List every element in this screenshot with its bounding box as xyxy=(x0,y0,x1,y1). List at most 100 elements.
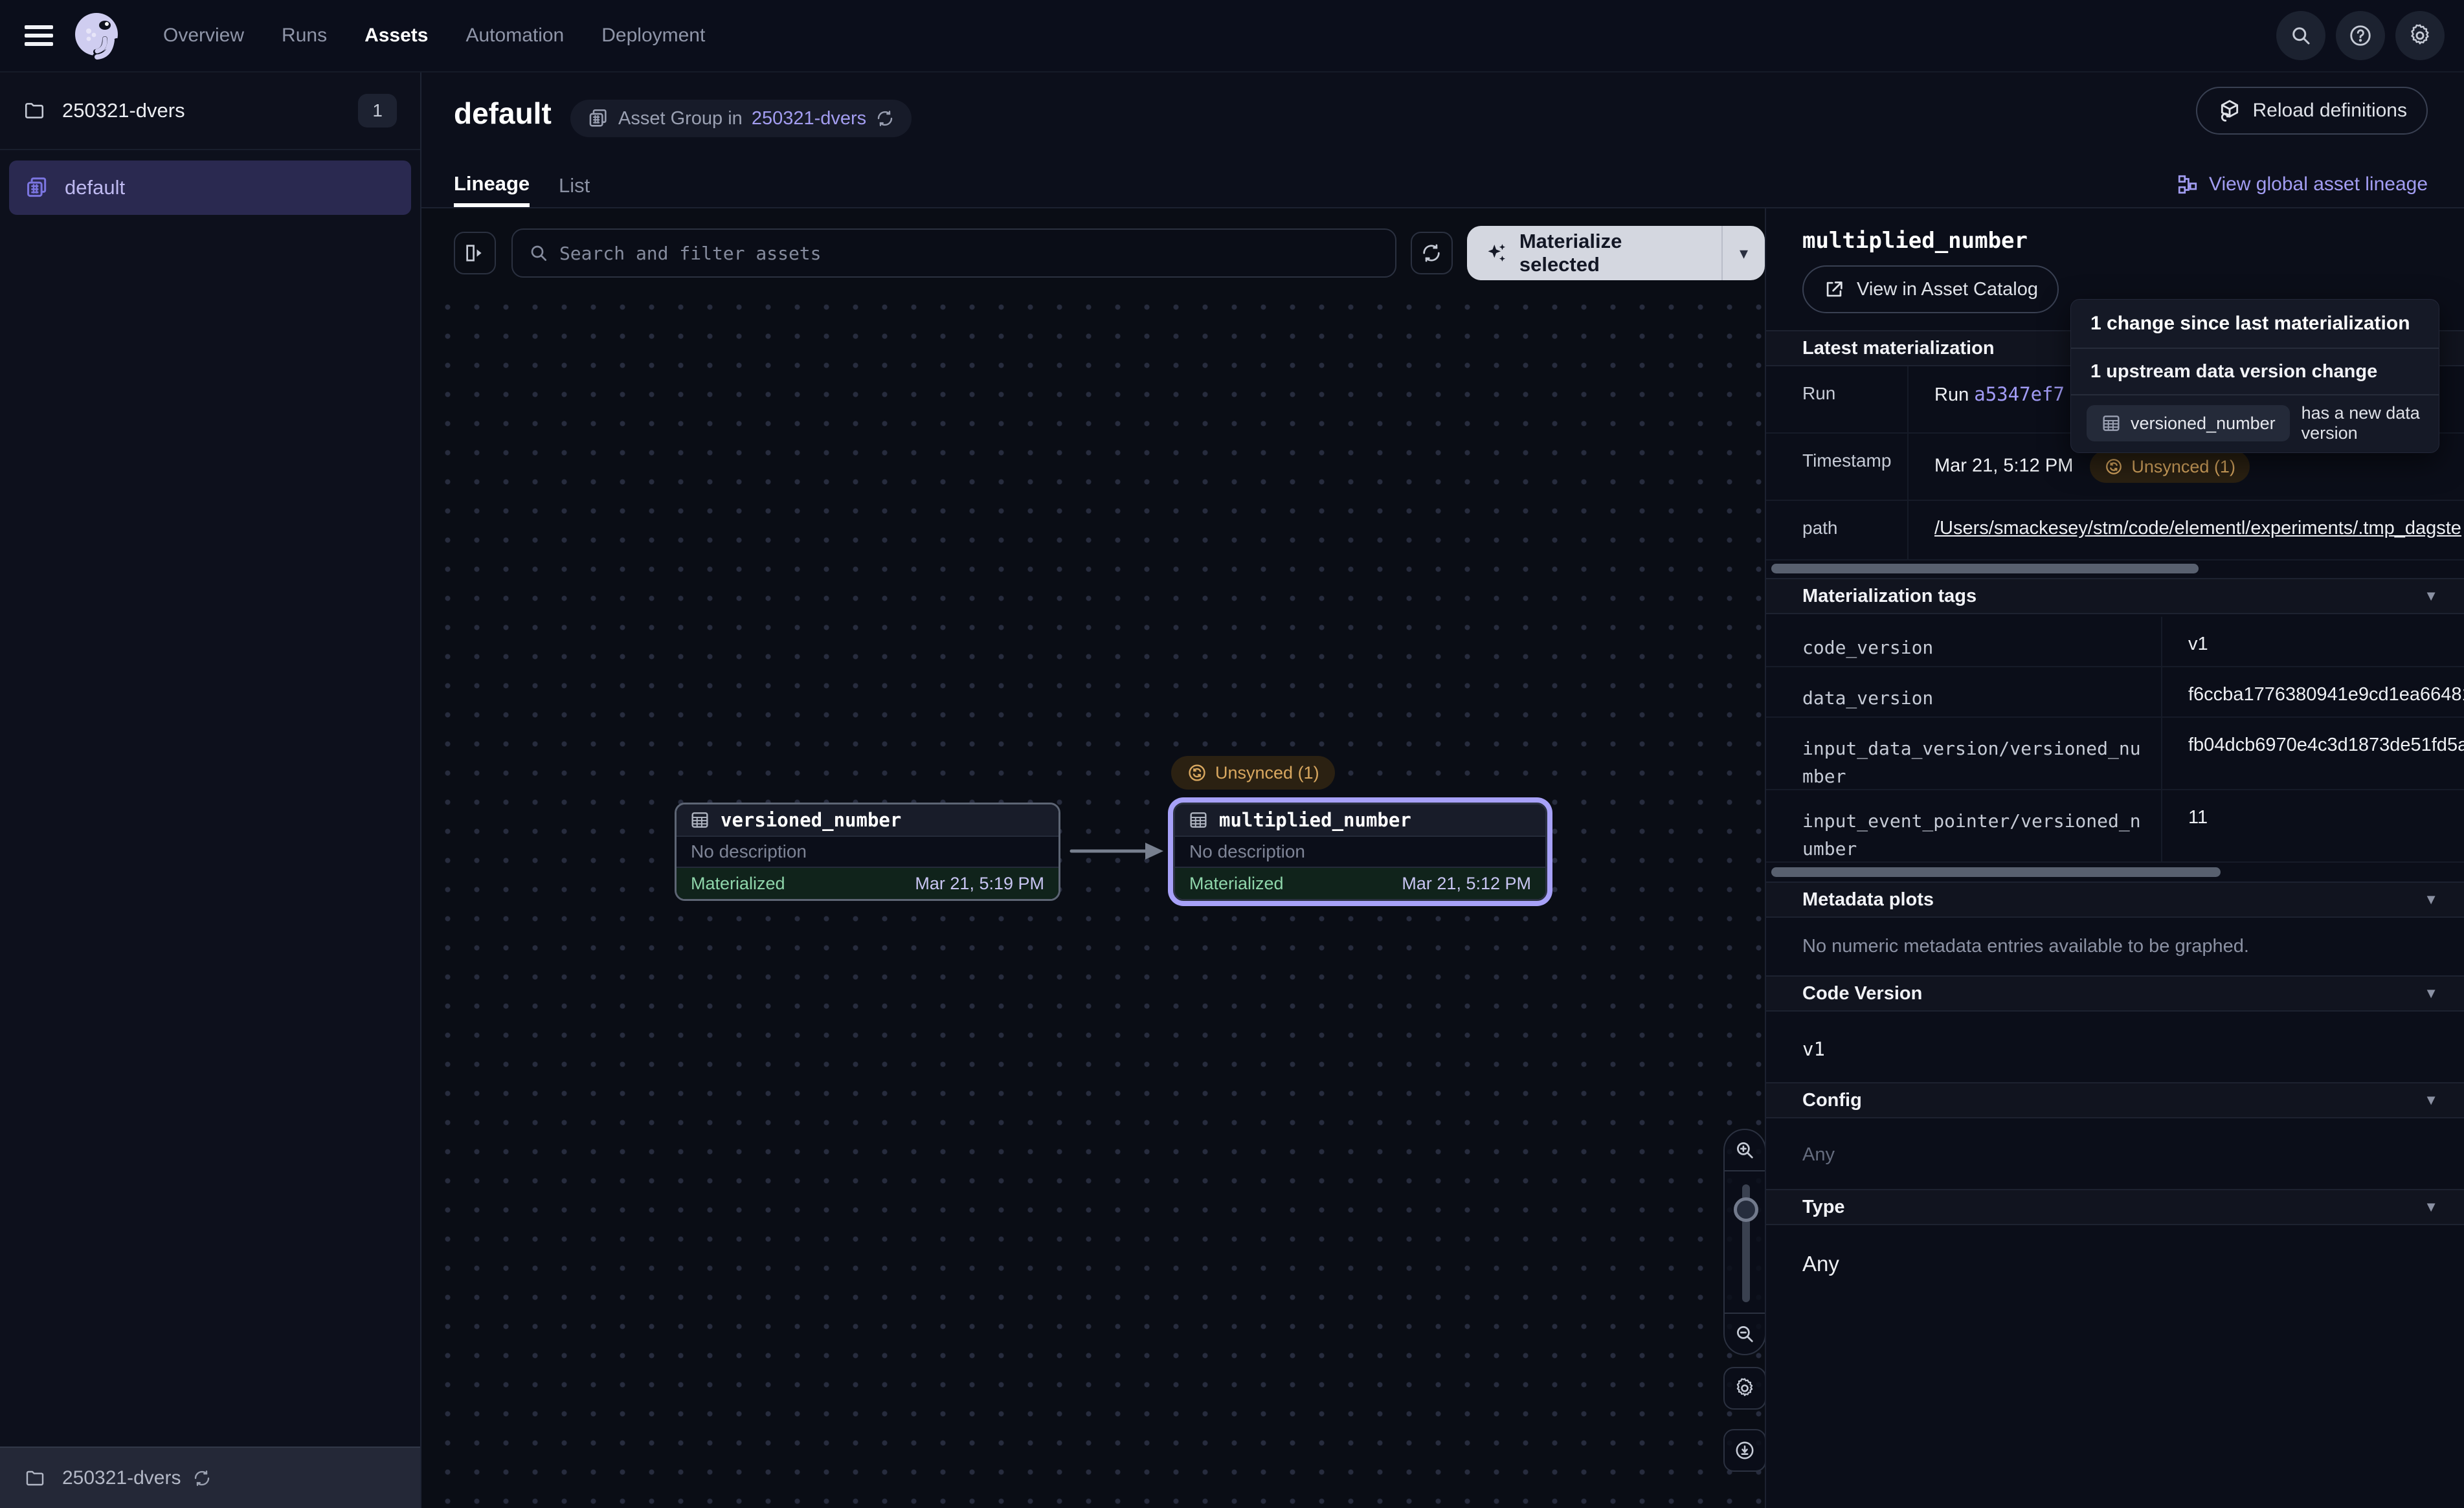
sidebar-group-label: 250321-dvers xyxy=(62,99,185,122)
materialize-selected-label: Materialize selected xyxy=(1519,230,1703,276)
unsynced-badge[interactable]: Unsynced (1) xyxy=(2090,450,2250,483)
asset-search-box xyxy=(511,228,1396,278)
section-materialization-tags: Materialization tags ▼ xyxy=(1766,578,2464,614)
help-button[interactable] xyxy=(2336,11,2385,60)
nav-overview[interactable]: Overview xyxy=(163,25,244,47)
nav-assets[interactable]: Assets xyxy=(364,25,428,47)
changes-popup: 1 change since last materialization 1 up… xyxy=(2070,299,2439,453)
table-row: data_version f6ccba1776380941e9cd1ea6648… xyxy=(1766,667,2464,718)
collapse-chevron-icon[interactable]: ▼ xyxy=(2424,1199,2438,1215)
download-image-button[interactable] xyxy=(1723,1429,1765,1472)
collapse-chevron-icon[interactable]: ▼ xyxy=(2424,1092,2438,1109)
asset-group-badge-link[interactable]: 250321-dvers xyxy=(752,108,866,129)
settings-button[interactable] xyxy=(2395,11,2445,60)
tab-list[interactable]: List xyxy=(559,164,590,207)
group-count-badge: 1 xyxy=(358,94,397,128)
tag-key: code_version xyxy=(1766,617,2162,666)
horizontal-scrollbar[interactable] xyxy=(1771,564,2199,573)
asset-chip-label: versioned_number xyxy=(2131,414,2276,434)
asset-chip-versioned-number[interactable]: versioned_number xyxy=(2087,405,2290,441)
asset-node-name: multiplied_number xyxy=(1219,809,1411,831)
nav-automation[interactable]: Automation xyxy=(465,25,564,47)
materialized-status: Materialized xyxy=(1189,874,1284,894)
tag-value: v1 xyxy=(2162,617,2464,666)
timestamp-value: Mar 21, 5:12 PM xyxy=(1934,456,2073,476)
asset-groups-sidebar: 250321-dvers 1 default 250321-dvers xyxy=(0,72,421,1508)
section-title: Latest materialization xyxy=(1802,338,1995,359)
nav-runs[interactable]: Runs xyxy=(282,25,327,47)
reload-definitions-label: Reload definitions xyxy=(2253,100,2408,122)
run-id-link[interactable]: a5347ef7 xyxy=(1974,383,2065,405)
unsynced-badge-label: Unsynced (1) xyxy=(2131,457,2235,477)
asset-node-name: versioned_number xyxy=(721,809,901,831)
page-title: default xyxy=(454,96,552,131)
tag-value: f6ccba1776380941e9cd1ea66481d xyxy=(2162,667,2464,716)
asset-search-input[interactable] xyxy=(559,243,1380,264)
asset-title: multiplied_number xyxy=(1802,228,2028,254)
canvas-dot-grid xyxy=(421,285,1765,1508)
section-type: Type ▼ xyxy=(1766,1189,2464,1225)
config-value: Any xyxy=(1802,1144,1835,1166)
reload-definitions-button[interactable]: Reload definitions xyxy=(2196,87,2428,135)
row-key: Run xyxy=(1766,366,1909,432)
metadata-empty-text: No numeric metadata entries available to… xyxy=(1802,936,2249,957)
zoom-in-icon xyxy=(1734,1139,1756,1161)
collapse-chevron-icon[interactable]: ▼ xyxy=(2424,891,2438,908)
asset-group-badge-text: Asset Group in xyxy=(618,108,743,129)
sidebar-item-label: default xyxy=(65,176,125,199)
collapse-chevron-icon[interactable]: ▼ xyxy=(2424,588,2438,604)
folder-icon xyxy=(23,100,45,122)
zoom-controls xyxy=(1723,1129,1765,1355)
search-icon xyxy=(528,243,549,263)
lineage-edge-arrow xyxy=(1069,835,1166,867)
chevron-down-icon[interactable]: ▾ xyxy=(1723,243,1765,263)
tag-key: input_data_version/versioned_number xyxy=(1766,718,2162,789)
section-metadata-plots: Metadata plots ▼ xyxy=(1766,882,2464,918)
dagster-logo-icon[interactable] xyxy=(71,10,122,61)
horizontal-scrollbar[interactable] xyxy=(1771,867,2221,877)
tag-key: input_event_pointer/versioned_number xyxy=(1766,790,2162,861)
graph-settings-button[interactable] xyxy=(1723,1367,1765,1410)
row-key: Timestamp xyxy=(1766,434,1909,500)
lineage-canvas[interactable]: Materialize selected ▾ Unsynced (1) vers… xyxy=(421,208,1765,1508)
expand-sidebar-panel-button[interactable] xyxy=(454,232,496,274)
table-asset-icon xyxy=(689,810,710,830)
path-link[interactable]: /Users/smackesey/stm/code/elementl/exper… xyxy=(1934,518,2461,538)
zoom-out-button[interactable] xyxy=(1725,1313,1765,1354)
zoom-in-button[interactable] xyxy=(1725,1130,1765,1171)
collapse-chevron-icon[interactable]: ▼ xyxy=(2424,985,2438,1002)
sidebar-group-row[interactable]: 250321-dvers 1 xyxy=(0,72,420,150)
tag-value: 11 xyxy=(2162,790,2464,861)
zoom-out-icon xyxy=(1734,1323,1756,1345)
run-prefix: Run xyxy=(1934,384,1974,405)
view-global-asset-lineage-label: View global asset lineage xyxy=(2209,173,2428,195)
sync-icon[interactable] xyxy=(875,109,895,128)
zoom-slider-thumb[interactable] xyxy=(1734,1197,1758,1222)
view-in-asset-catalog-button[interactable]: View in Asset Catalog xyxy=(1802,265,2059,313)
nav-deployment[interactable]: Deployment xyxy=(601,25,705,47)
hamburger-menu-icon[interactable] xyxy=(25,25,53,46)
lineage-graph-icon xyxy=(2177,173,2199,195)
refresh-graph-button[interactable] xyxy=(1411,232,1453,274)
view-in-asset-catalog-label: View in Asset Catalog xyxy=(1857,279,2038,300)
popup-change-row: versioned_number has a new data version xyxy=(2071,395,2439,451)
reload-location-icon[interactable] xyxy=(192,1469,212,1488)
materialize-selected-button[interactable]: Materialize selected ▾ xyxy=(1467,226,1765,280)
section-title: Code Version xyxy=(1802,983,1922,1004)
row-key: path xyxy=(1766,501,1909,559)
sidebar-item-default[interactable]: default xyxy=(9,161,411,215)
table-row: path /Users/smackesey/stm/code/elementl/… xyxy=(1766,501,2464,560)
unsynced-badge[interactable]: Unsynced (1) xyxy=(1171,756,1335,790)
view-global-asset-lineage-link[interactable]: View global asset lineage xyxy=(2177,173,2428,195)
tag-value: fb04dcb6970e4c3d1873de51fd5a5 xyxy=(2162,718,2464,789)
tab-lineage[interactable]: Lineage xyxy=(454,164,530,207)
code-location-footer[interactable]: 250321-dvers xyxy=(0,1447,420,1508)
asset-group-badge: Asset Group in 250321-dvers xyxy=(570,100,912,137)
table-row: code_version v1 xyxy=(1766,617,2464,667)
code-version-value: v1 xyxy=(1802,1038,1825,1060)
section-title: Metadata plots xyxy=(1802,889,1934,911)
asset-node-versioned-number[interactable]: versioned_number No description Material… xyxy=(675,803,1060,901)
asset-node-description: No description xyxy=(677,837,1058,868)
asset-node-multiplied-number[interactable]: multiplied_number No description Materia… xyxy=(1173,803,1547,901)
search-button[interactable] xyxy=(2276,11,2325,60)
